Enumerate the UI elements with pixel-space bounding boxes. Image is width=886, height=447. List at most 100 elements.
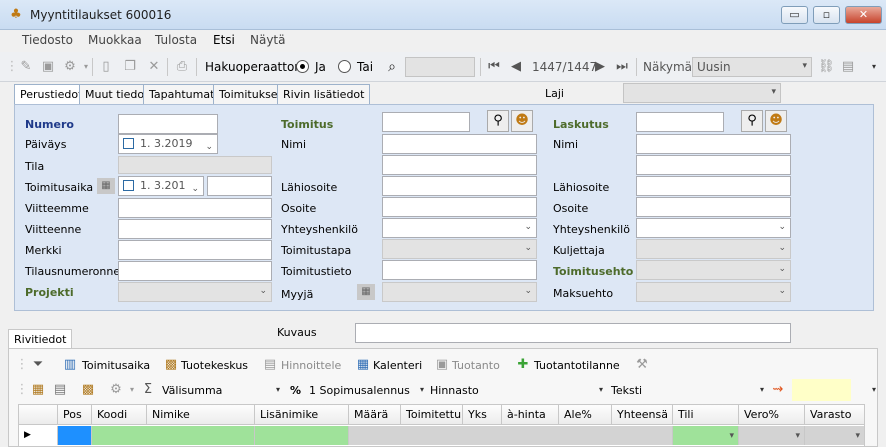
column-header-ale[interactable]: Ale% <box>559 405 612 425</box>
tuotantotilanne-button[interactable]: Tuotantotilanne <box>534 359 620 372</box>
kuvaus-input[interactable] <box>355 323 791 343</box>
calendar-icon[interactable]: ▦ <box>97 178 115 194</box>
view-select[interactable]: Uusin ▾ <box>692 57 812 77</box>
dropdown-arrow-icon[interactable]: ▾ <box>124 382 140 398</box>
toimitus-osoite-input[interactable] <box>382 197 537 217</box>
chevron-down-icon[interactable]: ▾ <box>754 382 770 398</box>
tab-rivin-lisatiedot[interactable]: Rivin lisätiedot <box>277 84 371 104</box>
viitteemme-input[interactable] <box>118 198 272 218</box>
tools-icon[interactable]: ⚒ <box>634 357 650 373</box>
toimitus-lahiosoite-input[interactable] <box>382 176 537 196</box>
delete-icon[interactable]: ✕ <box>146 59 162 75</box>
highlight-input[interactable] <box>792 379 851 401</box>
kuljettaja-select[interactable]: ⌄ <box>636 239 791 259</box>
column-header-koodi[interactable]: Koodi <box>92 405 147 425</box>
plus-icon[interactable]: ✚ <box>515 357 531 373</box>
menu-tiedosto[interactable]: Tiedosto <box>22 33 73 47</box>
toimitus-nimi2-input[interactable] <box>382 155 537 175</box>
close-button[interactable]: ✕ <box>845 6 882 24</box>
toimitusaika-extra-input[interactable] <box>207 176 272 196</box>
hinnoittele-button[interactable]: Hinnoittele <box>281 359 341 372</box>
toimitusaika-checkbox[interactable] <box>123 180 134 191</box>
delivery-time-icon[interactable]: ▥ <box>62 357 78 373</box>
column-header-varasto[interactable]: Varasto <box>805 405 865 425</box>
overflow-icon[interactable]: ▾ <box>866 382 882 398</box>
cell-koodi-nimike[interactable] <box>92 426 255 445</box>
restore-button[interactable]: ▫ <box>813 6 840 24</box>
or-radio[interactable] <box>338 60 351 73</box>
toimitusaika-button[interactable]: Toimitusaika <box>82 359 150 372</box>
laskutus-lahiosoite-input[interactable] <box>636 176 791 196</box>
calendar-icon[interactable]: ▦ <box>357 284 375 300</box>
cell-tili[interactable]: ▾ <box>673 426 739 445</box>
menu-nayta[interactable]: Näytä <box>250 33 286 47</box>
chevron-down-icon[interactable]: ▾ <box>729 431 734 441</box>
teksti-select[interactable]: Teksti <box>611 384 642 397</box>
settings-icon[interactable]: ⚙ <box>108 382 124 398</box>
merkki-input[interactable] <box>118 240 272 260</box>
search-input[interactable] <box>405 57 475 77</box>
sum-icon[interactable]: Σ <box>140 382 156 398</box>
pricing-icon[interactable]: ▤ <box>262 357 278 373</box>
myyja-select[interactable]: ⌄ <box>382 282 537 302</box>
column-header-nimike[interactable]: Nimike <box>147 405 255 425</box>
column-header-pos[interactable]: Pos <box>58 405 92 425</box>
calendar-icon[interactable]: ▦ <box>355 357 371 373</box>
first-record-icon[interactable]: ⏮ <box>486 59 502 75</box>
laji-select[interactable]: ▾ <box>623 83 781 103</box>
column-header-tili[interactable]: Tili <box>673 405 739 425</box>
grid-icon[interactable]: ▩ <box>80 382 96 398</box>
cell-vero[interactable]: ▾ <box>739 426 805 445</box>
edit-icon[interactable]: ✎ <box>18 59 34 75</box>
paivays-checkbox[interactable] <box>123 138 134 149</box>
numero-input[interactable] <box>118 114 218 134</box>
sopimusalennus-select[interactable]: 1 Sopimusalennus <box>309 384 410 397</box>
chevron-down-icon[interactable]: ▾ <box>795 431 800 441</box>
toimitus-nimi-input[interactable] <box>382 134 537 154</box>
toimitusehto-select[interactable]: ⌄ <box>636 260 791 280</box>
hinnasto-select[interactable]: Hinnasto <box>430 384 479 397</box>
tilausnumeronne-input[interactable] <box>118 261 272 281</box>
print-icon[interactable]: ⎙ <box>174 59 190 75</box>
paivays-date-picker[interactable]: 1. 3.2019 ⌄ <box>118 134 218 154</box>
cell-varasto[interactable]: ▾ <box>805 426 865 445</box>
valisumma-select[interactable]: Välisumma <box>162 384 222 397</box>
chevron-down-icon[interactable]: ▾ <box>270 382 286 398</box>
column-header-maara[interactable]: Määrä <box>349 405 401 425</box>
filter-icon[interactable]: ⏷ <box>30 357 46 373</box>
menu-etsi[interactable]: Etsi <box>213 33 235 47</box>
menu-muokkaa[interactable]: Muokkaa <box>88 33 142 47</box>
and-radio[interactable] <box>296 60 309 73</box>
toimitus-input[interactable] <box>382 112 470 132</box>
toimitustapa-select[interactable]: ⌄ <box>382 239 537 259</box>
cell-lisanimike[interactable] <box>255 426 349 445</box>
chevron-down-icon[interactable]: ▾ <box>593 382 609 398</box>
kalenteri-button[interactable]: Kalenteri <box>373 359 422 372</box>
production-icon[interactable]: ▣ <box>434 357 450 373</box>
projekti-select[interactable]: ⌄ <box>118 282 272 302</box>
viitteenne-input[interactable] <box>118 219 272 239</box>
new-document-icon[interactable]: ▯ <box>98 59 114 75</box>
cell-pos[interactable] <box>58 426 92 445</box>
toimitustieto-input[interactable] <box>382 260 537 280</box>
column-header-vero[interactable]: Vero% <box>739 405 805 425</box>
chevron-down-icon[interactable]: ▾ <box>414 382 430 398</box>
column-header-toimitettu[interactable]: Toimitettu <box>401 405 463 425</box>
chevron-down-icon[interactable]: ▾ <box>855 431 860 441</box>
maksuehto-select[interactable]: ⌄ <box>636 282 791 302</box>
customer-icon[interactable]: ☻ <box>511 110 533 132</box>
customer-icon[interactable]: ☻ <box>765 110 787 132</box>
toimitusaika-date-picker[interactable]: 1. 3.201 ⌄ <box>118 176 204 196</box>
database-icon[interactable]: ▤ <box>840 59 856 75</box>
rows-icon[interactable]: ▦ <box>30 382 46 398</box>
next-record-icon[interactable]: ▶ <box>592 59 608 75</box>
settings-icon[interactable]: ⚙ <box>62 59 78 75</box>
column-header-yhteensa[interactable]: Yhteensä <box>612 405 673 425</box>
tab-perustiedot[interactable]: Perustiedot <box>14 84 89 105</box>
laskutus-input[interactable] <box>636 112 724 132</box>
save-icon[interactable]: ▣ <box>40 59 56 75</box>
copy-icon[interactable]: ❐ <box>122 59 138 75</box>
product-center-icon[interactable]: ▩ <box>163 357 179 373</box>
tab-tapahtumat[interactable]: Tapahtumat <box>143 84 221 104</box>
menu-tulosta[interactable]: Tulosta <box>155 33 197 47</box>
